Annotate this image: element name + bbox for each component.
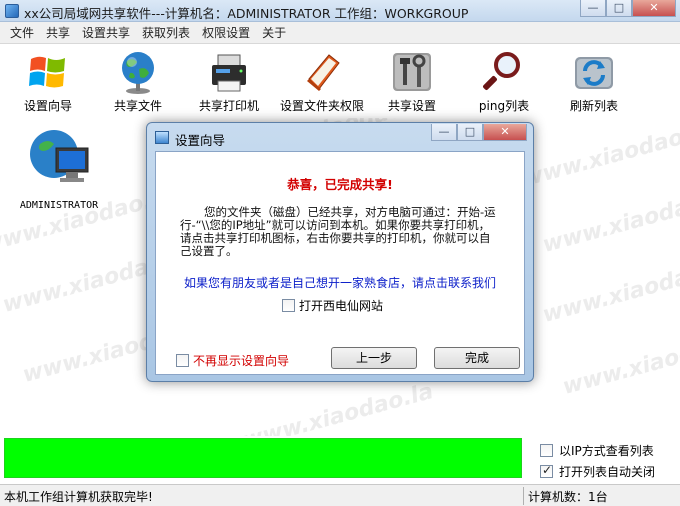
title-bar: xx公司局域网共享软件---计算机名：ADMINISTRATOR 工作组：WOR… (0, 0, 680, 22)
dialog-minimize-button[interactable]: — (431, 124, 457, 141)
windows-logo-icon (25, 49, 71, 95)
auto-close-checkbox[interactable] (540, 463, 553, 478)
dialog-maximize-button[interactable]: □ (457, 124, 483, 141)
share-description: 您的文件夹（磁盘）已经共享，对方电脑可通过：开始-运行-“\\您的IP地址”就可… (180, 205, 496, 258)
no-show-checkbox[interactable] (176, 354, 189, 367)
open-site-label: 打开西电仙网站 (299, 299, 384, 313)
dialog-close-button[interactable]: ✕ (483, 124, 527, 141)
open-site-checkbox[interactable] (282, 299, 295, 312)
ip-view-option[interactable]: 以IP方式查看列表 (540, 442, 654, 459)
watermark: www.xiaodao.la (540, 253, 680, 328)
no-show-option[interactable]: 不再显示设置向导 (176, 352, 289, 369)
toolbar-share-printer[interactable]: 共享打印机 (198, 49, 260, 114)
status-divider (523, 487, 524, 505)
network-computer-icon (26, 126, 92, 192)
toolbar-label: 共享打印机 (198, 99, 259, 113)
toolbar-label: 共享设置 (387, 99, 436, 113)
congrats-message: 恭喜，已完成共享! (287, 177, 393, 192)
setup-wizard-dialog: 设置向导 — □ ✕ 恭喜，已完成共享! 您的文件夹（磁盘）已经共享，对方电脑可… (146, 122, 534, 382)
menu-file[interactable]: 文件 (4, 22, 40, 43)
toolbar-label: 设置向导 (23, 99, 72, 113)
toolbar-label: 设置文件夹权限 (279, 99, 364, 113)
maximize-button[interactable]: □ (606, 0, 632, 17)
toolbar-folder-permissions[interactable]: 设置文件夹权限 (278, 49, 366, 114)
auto-close-option[interactable]: 打开列表自动关闭 (540, 463, 655, 480)
menu-bar: 文件 共享 设置共享 获取列表 权限设置 关于 (0, 22, 680, 44)
open-site-option[interactable]: 打开西电仙网站 (282, 297, 383, 314)
auto-close-label: 打开列表自动关闭 (559, 465, 656, 479)
toolbar-label: ping列表 (478, 99, 530, 113)
dialog-title: 设置向导 (175, 133, 226, 148)
window-controls: — □ ✕ (580, 0, 676, 18)
watermark: www.xiaodao.la (540, 183, 680, 258)
toolbar-setup-wizard[interactable]: 设置向导 (18, 49, 78, 114)
no-show-label: 不再显示设置向导 (193, 354, 290, 368)
progress-bar (4, 438, 522, 478)
toolbar-label: 刷新列表 (569, 99, 618, 113)
status-bar: 本机工作组计算机获取完毕! 计算机数：1台 (0, 484, 680, 506)
refresh-icon (571, 49, 617, 95)
host-name: ADMINISTRATOR (19, 200, 99, 211)
dialog-title-bar: 设置向导 — □ ✕ (147, 123, 533, 149)
ip-view-checkbox[interactable] (540, 444, 553, 457)
toolbar: 设置向导 共享文件 共享打印机 设置文件夹权限 共享设置 ping列表 刷新列表 (0, 45, 680, 117)
computer-count: 计算机数：1台 (528, 490, 608, 504)
watermark: www.xiaodao.la (560, 325, 680, 400)
tools-icon (389, 49, 435, 95)
menu-get-list[interactable]: 获取列表 (136, 22, 196, 43)
previous-step-button[interactable]: 上一步 (331, 347, 417, 369)
contact-us-link[interactable]: 如果您有朋友或者是自己想开一家熟食店，请点击联系我们 (156, 274, 524, 291)
menu-permissions[interactable]: 权限设置 (196, 22, 256, 43)
minimize-button[interactable]: — (580, 0, 606, 17)
folder-book-icon (299, 49, 345, 95)
close-button[interactable]: ✕ (632, 0, 676, 17)
host-item[interactable]: ADMINISTRATOR (14, 126, 104, 211)
menu-set-share[interactable]: 设置共享 (76, 22, 136, 43)
toolbar-share-settings[interactable]: 共享设置 (384, 49, 440, 114)
app-icon (5, 4, 19, 18)
globe-icon (115, 49, 161, 95)
watermark: www.xiaodao.la (240, 379, 436, 436)
toolbar-ping-list[interactable]: ping列表 (474, 49, 534, 114)
toolbar-share-files[interactable]: 共享文件 (108, 49, 168, 114)
dialog-body: 恭喜，已完成共享! 您的文件夹（磁盘）已经共享，对方电脑可通过：开始-运行-“\… (155, 151, 525, 375)
toolbar-refresh-list[interactable]: 刷新列表 (564, 49, 624, 114)
menu-about[interactable]: 关于 (256, 22, 292, 43)
dialog-window-icon (155, 131, 169, 144)
finish-button[interactable]: 完成 (434, 347, 520, 369)
toolbar-label: 共享文件 (113, 99, 162, 113)
window-title: xx公司局域网共享软件---计算机名：ADMINISTRATOR 工作组：WOR… (24, 6, 469, 21)
watermark: www.xiaodao.la (520, 118, 680, 192)
printer-icon (206, 49, 252, 95)
magnifier-icon (481, 49, 527, 95)
status-message: 本机工作组计算机获取完毕! (4, 490, 153, 504)
ip-view-label: 以IP方式查看列表 (559, 444, 654, 458)
dialog-window-controls: — □ ✕ (431, 124, 527, 141)
menu-share[interactable]: 共享 (40, 22, 76, 43)
